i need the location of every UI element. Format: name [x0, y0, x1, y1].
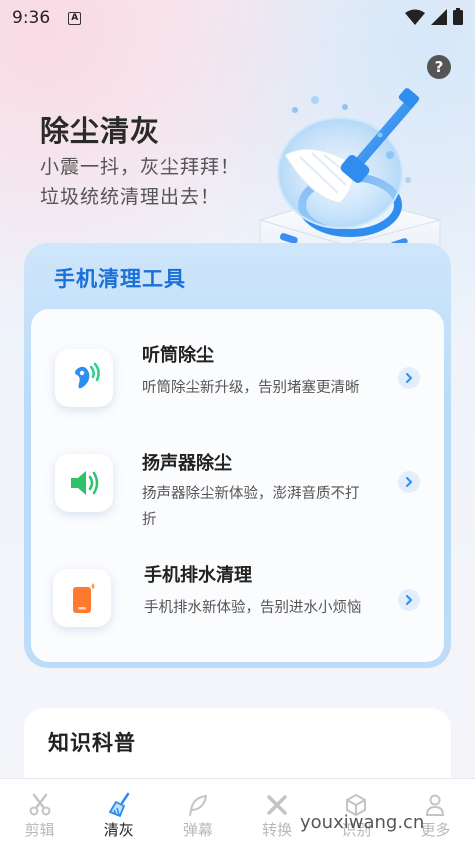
signal-icon [431, 8, 447, 25]
nav-item-edit[interactable]: 剪辑 [0, 779, 79, 844]
wifi-icon [405, 9, 425, 25]
scissors-icon [26, 791, 54, 819]
person-icon [421, 791, 449, 819]
phone-water-icon [53, 569, 111, 627]
tools-icon [263, 791, 291, 819]
hero-subtitle-line1: 小震一抖，灰尘拜拜！ [40, 156, 241, 178]
feather-icon [184, 791, 212, 819]
page-title: 除尘清灰 [40, 114, 161, 148]
status-indicator-icon: A [68, 11, 82, 25]
nav-item-clean[interactable]: 清灰 [79, 779, 158, 844]
tool-title-earpiece: 听筒除尘 [142, 345, 214, 366]
tools-panel-title: 手机清理工具 [54, 267, 186, 291]
battery-icon [453, 8, 463, 25]
speaker-icon [55, 454, 113, 512]
hero-subtitle-line2: 垃圾统统清理出去！ [40, 186, 221, 208]
status-bar: 9:36 A [0, 0, 475, 36]
tools-list: 听筒除尘 听筒除尘新升级，告别堵塞更清晰 扬声器除尘 扬声器除尘新体验，澎湃音质… [31, 309, 444, 662]
tool-title-phone-water: 手机排水清理 [144, 565, 252, 586]
help-button[interactable]: ? [427, 55, 451, 79]
tool-desc-phone-water: 手机排水新体验，告别进水小烦恼 [144, 600, 362, 616]
tool-desc-speaker-line1: 扬声器除尘新体验，澎湃音质不打 [142, 486, 360, 502]
nav-label-clean: 清灰 [103, 821, 134, 839]
status-time: 9:36 [12, 8, 51, 28]
nav-label-more: 更多 [420, 821, 451, 839]
nav-label-edit: 剪辑 [24, 821, 55, 839]
bottom-nav: 剪辑 清灰 弹幕 转换 识别 更多 [0, 778, 475, 844]
tool-desc-earpiece: 听筒除尘新升级，告别堵塞更清晰 [142, 380, 360, 396]
chevron-right-icon[interactable] [398, 471, 420, 493]
watermark: youxiwang.cn [300, 812, 425, 833]
tool-item-speaker[interactable]: 扬声器除尘 扬声器除尘新体验，澎湃音质不打 折 [31, 439, 444, 549]
nav-item-danmaku[interactable]: 弹幕 [158, 779, 237, 844]
broom-icon [105, 791, 133, 819]
tool-item-earpiece[interactable]: 听筒除尘 听筒除尘新升级，告别堵塞更清晰 [31, 329, 444, 429]
earpiece-icon [55, 349, 113, 407]
cleaning-tools-panel: 手机清理工具 听筒除尘 听筒除尘新升级，告别堵塞更清晰 扬声器除尘 扬声器除尘新… [24, 243, 451, 668]
tool-title-speaker: 扬声器除尘 [142, 453, 232, 474]
chevron-right-icon[interactable] [398, 367, 420, 389]
tool-item-phone-water[interactable]: 手机排水清理 手机排水新体验，告别进水小烦恼 [31, 549, 444, 649]
tool-desc-speaker-line2: 折 [142, 512, 157, 528]
nav-label-danmaku: 弹幕 [182, 821, 213, 839]
status-icons [405, 8, 463, 25]
chevron-right-icon[interactable] [398, 589, 420, 611]
knowledge-title: 知识科普 [48, 731, 136, 755]
nav-label-convert: 转换 [262, 821, 293, 839]
